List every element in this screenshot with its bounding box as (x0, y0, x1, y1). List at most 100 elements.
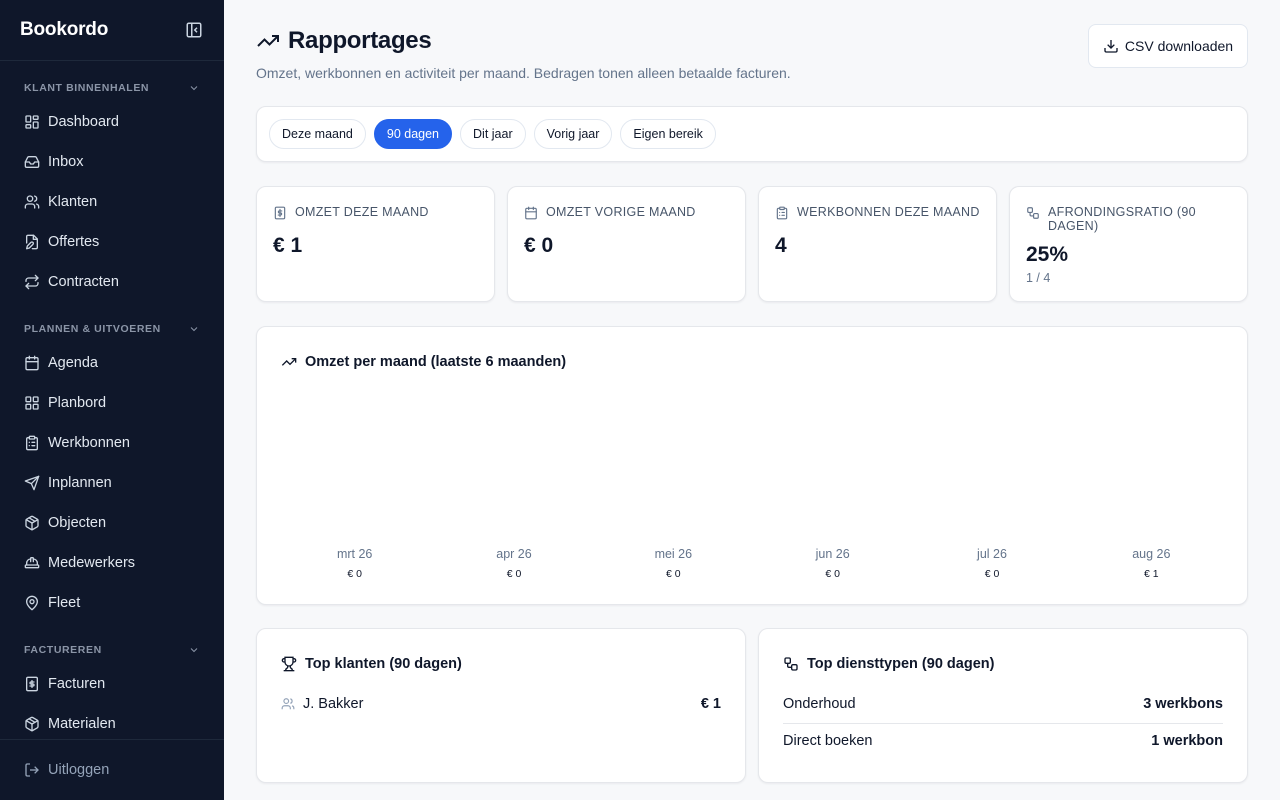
sidebar-item-planbord[interactable]: Planbord (0, 383, 224, 423)
sidebar-item-label: Fleet (48, 595, 81, 611)
sidebar-item-fleet[interactable]: Fleet (0, 583, 224, 623)
chevron-down-icon (188, 82, 200, 94)
chart-tick-label: mei 26 (655, 547, 693, 561)
chart-data-label: € 0 (666, 568, 681, 580)
list-item[interactable]: J. Bakker € 1 (281, 686, 721, 722)
hard-hat-icon (24, 555, 40, 571)
brand-logo: Bookordo (20, 19, 109, 40)
sidebar-item-label: Objecten (48, 515, 107, 531)
kpi-label-row: WERKBONNEN DEZE MAAND (775, 205, 980, 220)
kpi-card: OMZET VORIGE MAAND € 0 (507, 186, 746, 302)
sidebar-item-klanten[interactable]: Klanten (0, 182, 224, 222)
range-option[interactable]: Vorig jaar (533, 119, 613, 149)
chart-tick-label: mrt 26 (337, 547, 372, 561)
chart-tick-label: apr 26 (496, 547, 531, 561)
grid-icon (24, 395, 40, 411)
sidebar-item-label: Agenda (48, 355, 98, 371)
page-title-row: Rapportages (256, 27, 432, 55)
sidebar-item-medewerkers[interactable]: Medewerkers (0, 543, 224, 583)
chart-tick-label: jun 26 (815, 547, 850, 561)
sidebar-item-offertes[interactable]: Offertes (0, 222, 224, 262)
sidebar-item-label: Offertes (48, 234, 100, 250)
service-value: 1 werkbon (1151, 733, 1223, 749)
sidebar-item-label: Materialen (48, 716, 116, 732)
kpi-label: AFRONDINGSRATIO (90 DAGEN) (1048, 205, 1196, 233)
sidebar-section-header[interactable]: KLANT BINNENHALEN (0, 81, 224, 95)
trending-up-icon (281, 354, 297, 370)
service-name: Direct boeken (783, 733, 873, 749)
download-icon (1103, 38, 1119, 54)
range-option[interactable]: 90 dagen (373, 119, 453, 149)
kpi-card: WERKBONNEN DEZE MAAND 4 (758, 186, 997, 302)
sidebar-section-title: KLANT BINNENHALEN (24, 82, 150, 94)
client-name: J. Bakker (303, 696, 364, 712)
sidebar-item-objecten[interactable]: Objecten (0, 503, 224, 543)
package-icon (24, 716, 40, 732)
sidebar-item-agenda[interactable]: Agenda (0, 343, 224, 383)
top-services-card: Top diensttypen (90 dagen) Onderhoud 3 w… (758, 628, 1248, 783)
brand-row: Bookordo (0, 0, 224, 61)
dollar-file-icon (273, 206, 287, 220)
top-clients-title: Top klanten (90 dagen) (305, 656, 462, 672)
sidebar-section-title: FACTUREREN (24, 644, 102, 656)
top-services-title: Top diensttypen (90 dagen) (807, 656, 995, 672)
sidebar-section-header[interactable]: FACTUREREN (0, 643, 224, 657)
kpi-value: € 1 (273, 234, 303, 257)
range-option[interactable]: Dit jaar (460, 119, 526, 149)
dashboard-icon (24, 114, 40, 130)
sidebar-item-label: Planbord (48, 395, 107, 411)
sidebar-section-title: PLANNEN & UITVOEREN (24, 323, 161, 335)
collapse-sidebar-icon[interactable] (184, 20, 204, 40)
sidebar-item-label: Medewerkers (48, 555, 136, 571)
range-option[interactable]: Deze maand (269, 119, 366, 149)
logout-icon (24, 762, 40, 778)
range-option[interactable]: Eigen bereik (620, 119, 716, 149)
sidebar-item-label: Dashboard (48, 114, 119, 130)
kpi-subvalue: 1 / 4 (1026, 271, 1051, 285)
users-icon (281, 697, 295, 711)
sidebar-section-header[interactable]: PLANNEN & UITVOEREN (0, 322, 224, 336)
main-content: Rapportages Omzet, werkbonnen en activit… (224, 0, 1280, 800)
sidebar-item-contracten[interactable]: Contracten (0, 262, 224, 302)
logout-label: Uitloggen (48, 762, 110, 778)
file-edit-icon (24, 234, 40, 250)
kpi-card: AFRONDINGSRATIO (90 DAGEN) 25% 1 / 4 (1009, 186, 1248, 302)
sidebar-item-inbox[interactable]: Inbox (0, 142, 224, 182)
send-icon (24, 475, 40, 491)
service-value: 3 werkbons (1143, 696, 1223, 712)
csv-download-label: CSV downloaden (1124, 38, 1234, 54)
revenue-chart-card: mrt 26 € 0 apr 26 € 0 mei 26 € 0 jun 26 € 0 jul … (256, 326, 1248, 605)
service-name: Onderhoud (783, 696, 856, 712)
top-services-title-row: Top diensttypen (90 dagen) (783, 656, 994, 672)
map-pin-icon (24, 595, 40, 611)
kpi-value: 25% (1026, 243, 1069, 266)
chevron-down-icon (188, 323, 200, 335)
sidebar-item-dashboard[interactable]: Dashboard (0, 102, 224, 142)
kpi-card: OMZET DEZE MAAND € 1 (256, 186, 495, 302)
sidebar-item-label: Werkbonnen (48, 435, 130, 451)
page-subtitle: Omzet, werkbonnen en activiteit per maan… (256, 65, 791, 81)
sidebar-item-facturen[interactable]: Facturen (0, 664, 224, 704)
chart-data-label: € 1 (1144, 568, 1159, 580)
kpi-value: € 0 (524, 234, 554, 257)
workflow-icon (1026, 206, 1040, 220)
kpi-label: OMZET DEZE MAAND (295, 205, 429, 219)
sidebar-item-inplannen[interactable]: Inplannen (0, 463, 224, 503)
csv-download-button[interactable]: CSV downloaden (1088, 24, 1248, 68)
kpi-label: OMZET VORIGE MAAND (546, 205, 696, 219)
calendar-icon (24, 355, 40, 371)
chart-tick-label: aug 26 (1132, 547, 1170, 561)
chart-data-label: € 0 (985, 568, 1000, 580)
chart-data-label: € 0 (825, 568, 840, 580)
kpi-value: 4 (775, 234, 787, 257)
sidebar-item-materialen[interactable]: Materialen (0, 704, 224, 744)
list-item[interactable]: Direct boeken 1 werkbon (783, 723, 1223, 759)
list-item[interactable]: Onderhoud 3 werkbons (783, 686, 1223, 722)
kpi-label-row: AFRONDINGSRATIO (90 DAGEN) (1026, 205, 1231, 233)
logout-button[interactable]: Uitloggen (0, 739, 224, 800)
sidebar-item-werkbonnen[interactable]: Werkbonnen (0, 423, 224, 463)
sidebar-item-label: Facturen (48, 676, 106, 692)
sidebar-item-label: Klanten (48, 194, 98, 210)
top-clients-card: Top klanten (90 dagen) J. Bakker € 1 (256, 628, 746, 783)
chart-data-label: € 0 (507, 568, 522, 580)
